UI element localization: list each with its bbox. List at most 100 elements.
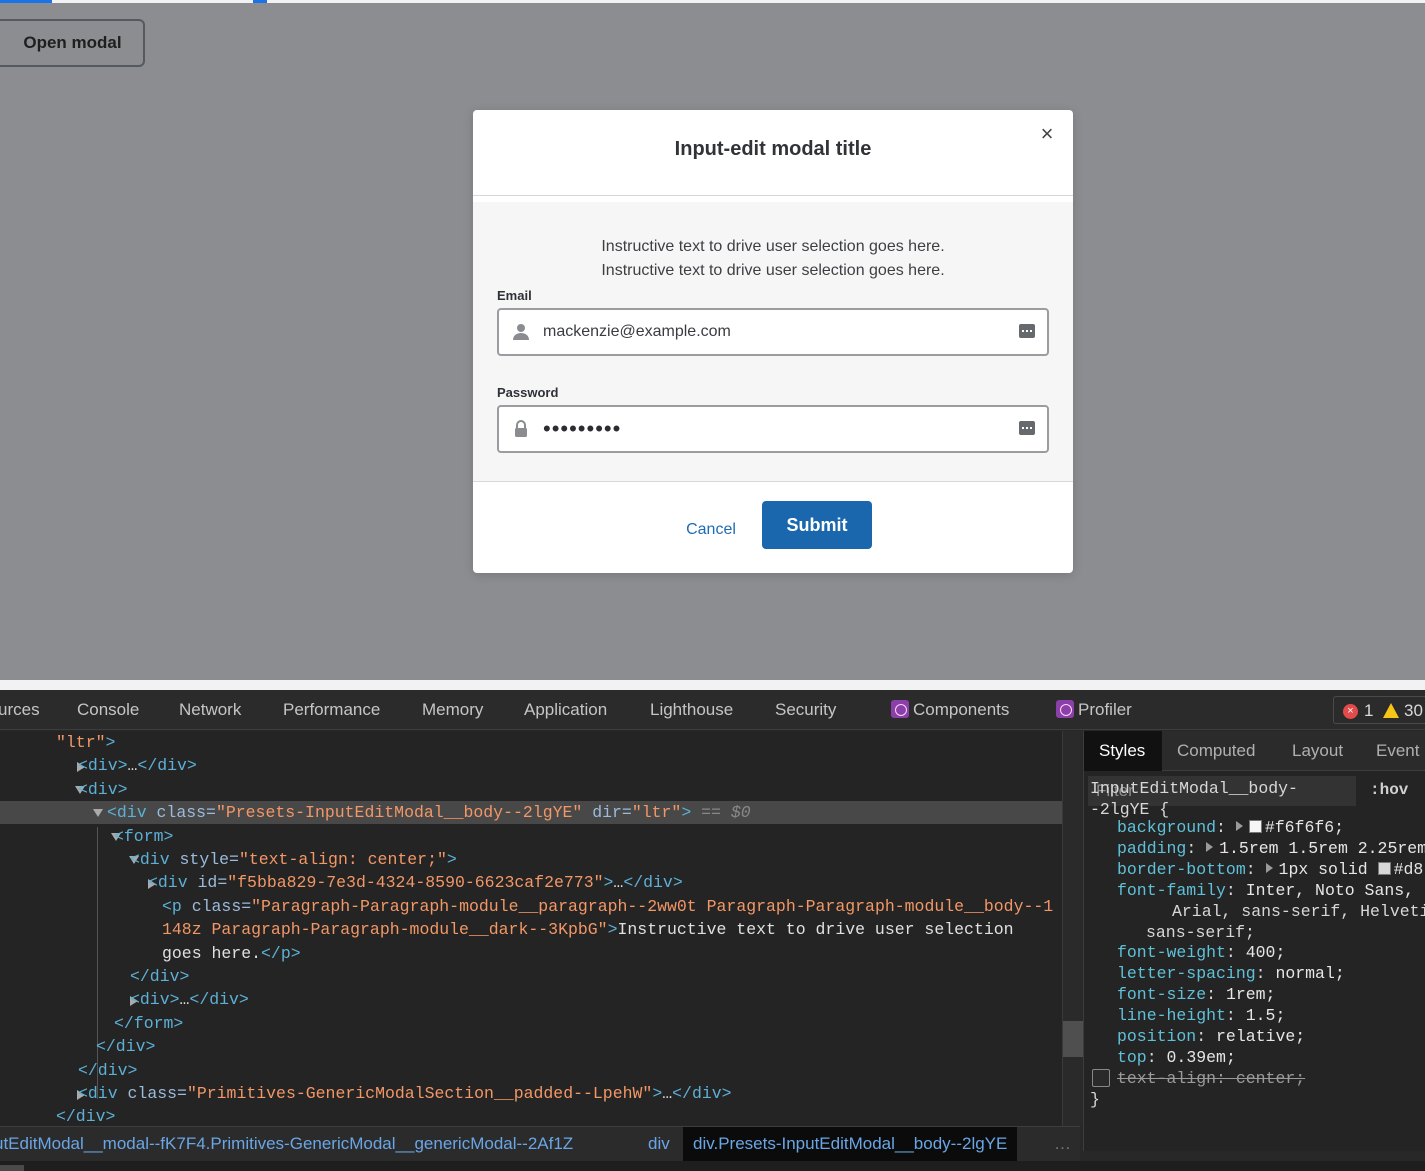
color-swatch[interactable] <box>1248 820 1262 833</box>
dom-node-row[interactable]: <div style="text-align: center;"> <box>0 848 1062 871</box>
css-value[interactable]: 1.5; <box>1246 1006 1286 1025</box>
selected-node-row[interactable]: <div class="Presets-InputEditModal__body… <box>0 801 1062 825</box>
scroll-thumb[interactable] <box>1063 1021 1083 1057</box>
css-declaration: line-height: 1.5; <box>1117 1006 1286 1026</box>
css-value[interactable]: 400; <box>1246 943 1286 962</box>
react-icon <box>891 700 909 718</box>
password-field[interactable]: ••••••••• <box>497 405 1049 453</box>
node-token: class= <box>127 1084 187 1103</box>
breadcrumb-item-active[interactable]: div.Presets-InputEditModal__body--2lgYE <box>683 1127 1018 1161</box>
tab-styles[interactable]: Styles <box>1099 741 1145 761</box>
css-value[interactable]: 1rem; <box>1226 985 1276 1004</box>
node-token: </div> <box>623 873 683 893</box>
issue-counts[interactable]: × 1 30 <box>1333 696 1425 724</box>
warning-icon <box>1383 703 1399 718</box>
tab-profiler[interactable]: Profiler <box>1056 700 1132 720</box>
node-token: > <box>446 850 457 869</box>
css-property[interactable]: font-weight <box>1117 943 1226 962</box>
elements-tree[interactable]: "ltr"> <div>…</div> <div> <div class="Prese… <box>0 731 1062 1126</box>
css-value[interactable]: Inter, Noto Sans, <box>1246 881 1414 900</box>
autofill-icon[interactable] <box>1019 324 1035 338</box>
dom-node-row[interactable]: </div> <box>0 1035 1062 1058</box>
dom-node-row[interactable]: <div class="Primitives-GenericModalSecti… <box>0 1082 1062 1105</box>
tab-event-listeners[interactable]: Event <box>1376 741 1419 761</box>
dom-node-row[interactable]: 148z Paragraph-Paragraph-module__dark--3… <box>0 918 1062 941</box>
css-value[interactable]: 0.39em; <box>1167 1048 1236 1067</box>
horizontal-scrollbar[interactable] <box>0 1161 1425 1171</box>
password-value: ••••••••• <box>543 416 622 441</box>
elements-scrollbar[interactable] <box>1062 731 1083 1126</box>
dom-node-row[interactable]: "ltr"> <box>0 731 1062 754</box>
node-token: <div> <box>78 779 128 799</box>
tab-console[interactable]: Console <box>77 700 139 720</box>
autofill-icon[interactable] <box>1019 421 1035 435</box>
more-icon[interactable]: … <box>1054 1134 1071 1154</box>
node-token: "Primitives-GenericModalSection__padded-… <box>186 1084 653 1103</box>
css-value[interactable]: #d8 <box>1394 860 1424 879</box>
dom-node-row[interactable]: <p class="Paragraph-Paragraph-module__pa… <box>0 895 1062 918</box>
tab-performance[interactable]: Performance <box>283 700 380 720</box>
dom-node-row[interactable]: <div id="f5bba829-7e3d-4324-8590-6623caf… <box>0 871 1062 894</box>
node-token: </form> <box>114 1013 184 1033</box>
cancel-button[interactable]: Cancel <box>672 515 750 545</box>
dom-node-row[interactable]: goes here.</p> <box>0 942 1062 965</box>
close-icon[interactable]: × <box>1035 122 1059 146</box>
dom-node-row[interactable]: </div> <box>0 1105 1062 1126</box>
tab-application[interactable]: Application <box>524 700 607 720</box>
dom-node-row[interactable]: <div> <box>0 778 1062 801</box>
tab-network[interactable]: Network <box>179 700 241 720</box>
dom-node-row[interactable]: </div> <box>0 1059 1062 1082</box>
node-token: > <box>105 733 116 752</box>
css-property[interactable]: letter-spacing <box>1117 964 1256 983</box>
modal-footer: Cancel Submit <box>473 483 1073 573</box>
css-value[interactable]: relative; <box>1216 1027 1305 1046</box>
property-checkbox[interactable] <box>1092 1068 1110 1087</box>
css-value[interactable]: 1px solid <box>1279 860 1378 879</box>
css-value[interactable]: center; <box>1236 1069 1305 1088</box>
email-value: mackenzie@example.com <box>543 323 731 340</box>
node-token: </div> <box>56 1107 116 1126</box>
css-value[interactable]: #f6f6f6; <box>1265 818 1344 837</box>
css-property[interactable]: text-align <box>1117 1069 1216 1088</box>
tab-computed[interactable]: Computed <box>1177 741 1255 761</box>
open-modal-button[interactable]: Open modal <box>0 19 145 67</box>
css-property[interactable]: line-height <box>1117 1006 1226 1025</box>
breadcrumb-item[interactable]: utEditModal__modal--fK7F4.Primitives-Gen… <box>0 1134 573 1154</box>
expand-right-icon[interactable] <box>1265 862 1273 873</box>
tab-layout[interactable]: Layout <box>1292 741 1343 761</box>
tab-memory[interactable]: Memory <box>422 700 483 720</box>
dom-node-row[interactable]: <div>…</div> <box>0 754 1062 777</box>
dom-node-row[interactable]: </div> <box>0 965 1062 988</box>
breadcrumb-item[interactable]: div <box>648 1134 670 1154</box>
modal-header: Input-edit modal title × <box>473 110 1073 196</box>
css-property[interactable]: font-size <box>1117 985 1206 1004</box>
tab-lighthouse[interactable]: Lighthouse <box>650 700 733 720</box>
css-declaration: padding: 1.5rem 1.5rem 2.25rem <box>1117 838 1425 859</box>
expand-right-icon[interactable] <box>1235 821 1243 831</box>
css-value[interactable]: 1.5rem 1.5rem 2.25rem <box>1219 839 1425 858</box>
lock-icon <box>515 420 527 437</box>
tab-sources[interactable]: urces <box>0 700 40 720</box>
submit-button[interactable]: Submit <box>762 501 872 549</box>
styles-tabbar: Styles Computed Layout Event <box>1084 731 1425 771</box>
css-property[interactable]: position <box>1117 1027 1196 1046</box>
css-value[interactable]: normal; <box>1275 964 1344 983</box>
css-property[interactable]: top <box>1117 1048 1147 1067</box>
tab-components[interactable]: Components <box>891 700 1009 720</box>
tab-security[interactable]: Security <box>775 700 836 720</box>
node-token: 148z Paragraph-Paragraph-module__dark--3… <box>162 920 608 940</box>
css-property[interactable]: padding <box>1117 839 1186 858</box>
dom-node-row[interactable]: <form> <box>0 825 1062 848</box>
css-property[interactable]: font-family <box>1117 881 1226 900</box>
expand-right-icon[interactable] <box>1206 841 1214 852</box>
dom-node-row[interactable]: </form> <box>0 1012 1062 1035</box>
expand-down-icon[interactable] <box>93 809 103 818</box>
dom-node-row[interactable]: <div>…</div> <box>0 988 1062 1011</box>
node-token: <div <box>130 850 180 869</box>
node-token: > <box>652 1084 663 1103</box>
email-field[interactable]: mackenzie@example.com <box>497 308 1049 356</box>
css-property[interactable]: background <box>1117 818 1216 837</box>
css-property[interactable]: border-bottom <box>1117 860 1246 879</box>
color-swatch[interactable] <box>1377 861 1391 875</box>
warning-count: 30 <box>1404 701 1423 720</box>
